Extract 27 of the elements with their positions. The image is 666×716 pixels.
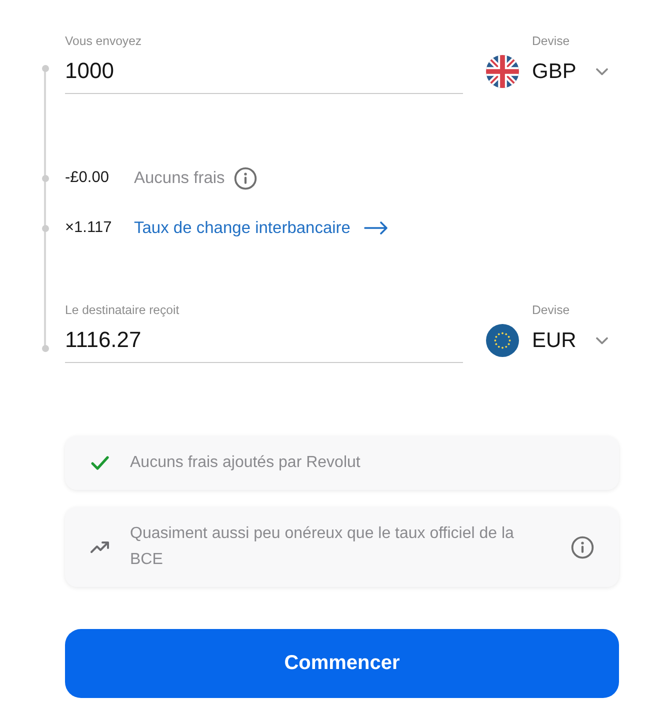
amount-input[interactable]: 1000 [65,49,463,94]
currency-select[interactable]: GBP [486,49,608,94]
card-text: Quasiment aussi peu onéreux que le taux officiel de la BCE [130,524,515,570]
timeline-dot-icon [42,64,48,72]
exchange-rate-link[interactable]: Taux de change interbancaire [134,218,388,238]
amount-input[interactable]: 1116.27 [65,318,463,363]
currency-label: Devise [531,302,570,318]
amount-label: Le destinataire reçoit [65,302,180,318]
timeline-dot-icon [42,174,48,182]
check-icon [90,453,110,473]
card-text: Aucuns frais ajoutés par Revolut [130,453,360,473]
chevron-down-icon [596,68,608,76]
exchange-rate: ×1.117 [65,219,113,237]
union-jack-flag-icon [486,55,519,88]
timeline-dot-icon [42,224,48,232]
start-button[interactable]: Commencer [65,629,619,698]
info-icon[interactable] [234,166,257,190]
chevron-down-icon [596,336,608,344]
currency-label: Devise [531,33,570,49]
timeline-dot-icon [42,344,48,352]
fee-label: Aucuns frais [134,168,225,188]
currency-select[interactable]: EUR [486,318,608,363]
fee-amount: -£0.00 [65,169,110,187]
arrow-right-icon [364,221,388,235]
info-icon[interactable] [571,536,594,558]
eu-flag-icon [486,324,519,357]
amount-label: Vous envoyez [65,33,143,49]
